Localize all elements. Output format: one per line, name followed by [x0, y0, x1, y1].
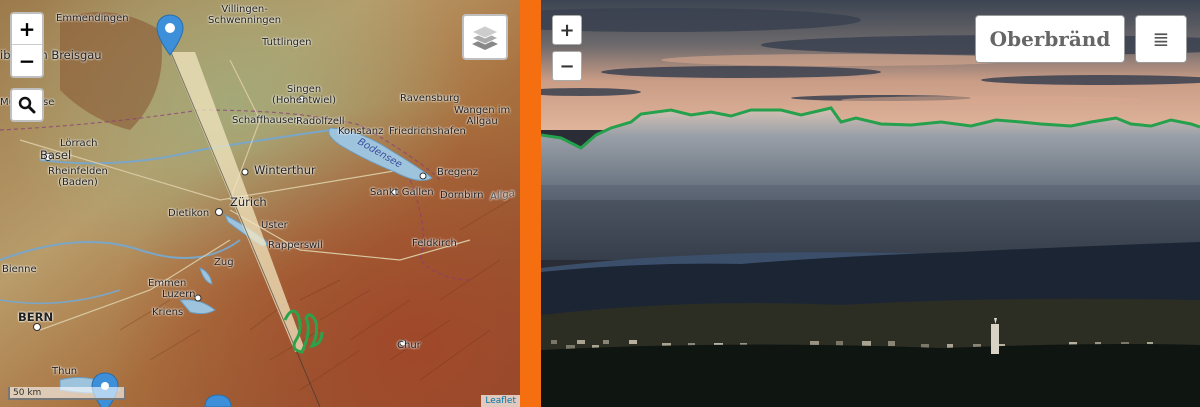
- map-label: Uster: [261, 220, 288, 231]
- map-zoom-control: + −: [10, 12, 44, 78]
- map-label: Bregenz: [437, 167, 478, 178]
- map-label: Zug: [214, 257, 234, 268]
- map-label: Wangen im Allgäu: [454, 105, 511, 127]
- map-pane[interactable]: Emmendingen Villingen- Schwenningen ibur…: [0, 0, 520, 407]
- location-marker-icon[interactable]: [203, 394, 233, 407]
- map-label: Singen (Hohentwiel): [272, 84, 337, 106]
- map-zoom-out-button[interactable]: −: [12, 45, 42, 76]
- panorama-photo-pane[interactable]: + − Oberbränd ≣: [541, 0, 1200, 407]
- map-label: Sankt Gallen: [370, 187, 434, 198]
- map-label: Basel: [40, 148, 72, 162]
- viewpoint-marker-icon[interactable]: [156, 14, 184, 56]
- search-icon: [18, 96, 36, 114]
- map-label: se: [43, 97, 55, 108]
- photo-title-button[interactable]: Oberbränd: [975, 15, 1125, 63]
- map-search-button[interactable]: [10, 88, 44, 122]
- photo-zoom-in-button[interactable]: +: [552, 15, 582, 45]
- map-label: Chur: [397, 340, 421, 351]
- map-label: Emmen: [148, 278, 187, 289]
- map-label: BERN: [18, 310, 54, 324]
- map-label: Emmendingen: [56, 13, 129, 24]
- map-label: Luzern: [162, 289, 196, 300]
- map-label: Ravensburg: [400, 93, 460, 104]
- pane-divider-handle[interactable]: [520, 0, 541, 407]
- photo-zoom-out-button[interactable]: −: [552, 51, 582, 81]
- map-label: Dornbirn: [440, 190, 484, 201]
- map-label: Bienne: [2, 264, 37, 275]
- map-label: Zürich: [230, 195, 267, 209]
- map-label: Tuttlingen: [262, 37, 312, 48]
- map-label: Schaffhausen: [232, 115, 300, 126]
- map-label: Friedrichshafen: [389, 126, 466, 137]
- map-attribution-link[interactable]: Leaflet: [481, 395, 520, 407]
- map-label: Kriens: [152, 307, 184, 318]
- map-label: Rapperswil: [268, 240, 323, 251]
- map-zoom-in-button[interactable]: +: [12, 14, 42, 45]
- map-label: Feldkirch: [412, 238, 457, 249]
- map-label: Dietikon: [168, 208, 210, 219]
- map-label: Villingen- Schwenningen: [208, 4, 282, 26]
- map-layers-button[interactable]: [462, 14, 508, 60]
- map-scale-bar: 50 km: [8, 387, 126, 400]
- map-label: Thun: [52, 366, 78, 377]
- menu-icon[interactable]: ≣: [1135, 15, 1187, 63]
- map-label: Winterthur: [254, 163, 316, 177]
- map-label: Rheinfelden (Baden): [48, 166, 108, 188]
- layers-icon: [471, 25, 499, 50]
